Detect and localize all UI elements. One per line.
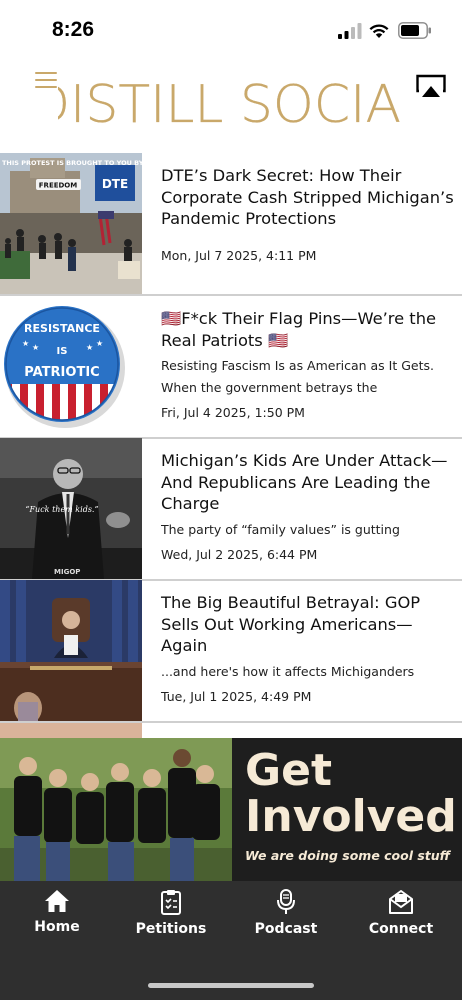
article-date: Wed, Jul 2 2025, 6:44 PM	[161, 546, 318, 562]
svg-text:RESISTANCE: RESISTANCE	[24, 322, 100, 335]
airplay-icon[interactable]	[416, 74, 446, 98]
svg-text:PATRIOTIC: PATRIOTIC	[24, 365, 99, 380]
nav-petitions[interactable]: Petitions	[116, 889, 226, 937]
article-date: Mon, Jul 7 2025, 4:11 PM	[161, 247, 317, 263]
article-date: Fri, Jul 4 2025, 1:50 PM	[161, 405, 305, 420]
app-header: DISTILL SOCIAL	[0, 60, 462, 140]
article-thumbnail[interactable]	[0, 580, 142, 721]
article-card[interactable]: RESISTANCE IS PATRIOTIC ★ ★ ★ ★ 🇺🇸F*ck The…	[0, 296, 462, 439]
article-date: Tue, Jul 1 2025, 4:49 PM	[161, 688, 312, 704]
article-card[interactable]: “Fuck them kids.” MIGOP Michigan’s Kids …	[0, 438, 462, 581]
svg-text:FREEDOM: FREEDOM	[39, 182, 77, 190]
article-card[interactable]: The Big Beautiful Betrayal: GOP Sells Ou…	[0, 580, 462, 723]
clipboard-icon	[161, 890, 181, 915]
svg-text:MIGOP: MIGOP	[54, 568, 80, 576]
get-involved-banner[interactable]: Get Involved We are doing some cool stuf…	[0, 738, 462, 881]
wifi-icon	[369, 24, 389, 38]
next-article-peek	[0, 723, 142, 738]
article-excerpt: The party of “family values” is gutting	[161, 521, 400, 537]
svg-text:★: ★	[86, 343, 93, 352]
nav-podcast[interactable]: Podcast	[231, 889, 341, 937]
article-thumbnail[interactable]: “Fuck them kids.” MIGOP	[0, 438, 142, 579]
status-time: 8:26	[52, 18, 95, 41]
cellular-signal-icon	[338, 23, 362, 39]
home-icon	[45, 890, 69, 912]
banner-tagline: We are doing some cool stuff	[245, 848, 451, 863]
envelope-icon	[389, 890, 413, 914]
article-card[interactable]: THIS PROTEST IS BROUGHT TO YOU BY: FREED…	[0, 153, 462, 296]
home-indicator[interactable]	[148, 983, 314, 988]
svg-text:★: ★	[32, 343, 39, 352]
svg-text:★: ★	[22, 339, 29, 348]
nav-home[interactable]: Home	[2, 889, 112, 935]
battery-icon	[398, 22, 431, 39]
article-title[interactable]: DTE’s Dark Secret: How Their Corporate C…	[161, 165, 456, 230]
article-title[interactable]: Michigan’s Kids Are Under Attack—And Rep…	[161, 450, 456, 515]
article-thumbnail[interactable]: THIS PROTEST IS BROUGHT TO YOU BY: FREED…	[0, 153, 142, 294]
article-excerpt: ...and here's how it affects Michigander…	[161, 663, 415, 679]
status-bar: 8:26	[0, 0, 462, 60]
article-thumbnail[interactable]: RESISTANCE IS PATRIOTIC ★ ★ ★ ★	[0, 296, 142, 437]
article-title[interactable]: 🇺🇸F*ck Their Flag Pins—We’re the Real Pa…	[161, 308, 456, 351]
banner-headline: Get Involved	[245, 745, 457, 842]
microphone-icon	[277, 889, 295, 914]
svg-text:★: ★	[96, 339, 103, 348]
hamburger-menu-icon[interactable]	[35, 72, 57, 88]
svg-text:DTE: DTE	[102, 177, 128, 191]
site-logo[interactable]: DISTILL SOCIAL	[58, 64, 403, 140]
svg-text:DISTILL SOCIAL: DISTILL SOCIAL	[58, 75, 403, 135]
svg-text:IS: IS	[57, 346, 68, 357]
bottom-nav: Home Petitions Podcast Connect	[0, 881, 462, 1000]
banner-photo	[0, 738, 232, 881]
article-title[interactable]: The Big Beautiful Betrayal: GOP Sells Ou…	[161, 592, 456, 657]
svg-text:“Fuck them kids.”: “Fuck them kids.”	[25, 505, 98, 514]
article-excerpt: Resisting Fascism Is as American as It G…	[161, 358, 434, 395]
nav-connect[interactable]: Connect	[346, 889, 456, 937]
